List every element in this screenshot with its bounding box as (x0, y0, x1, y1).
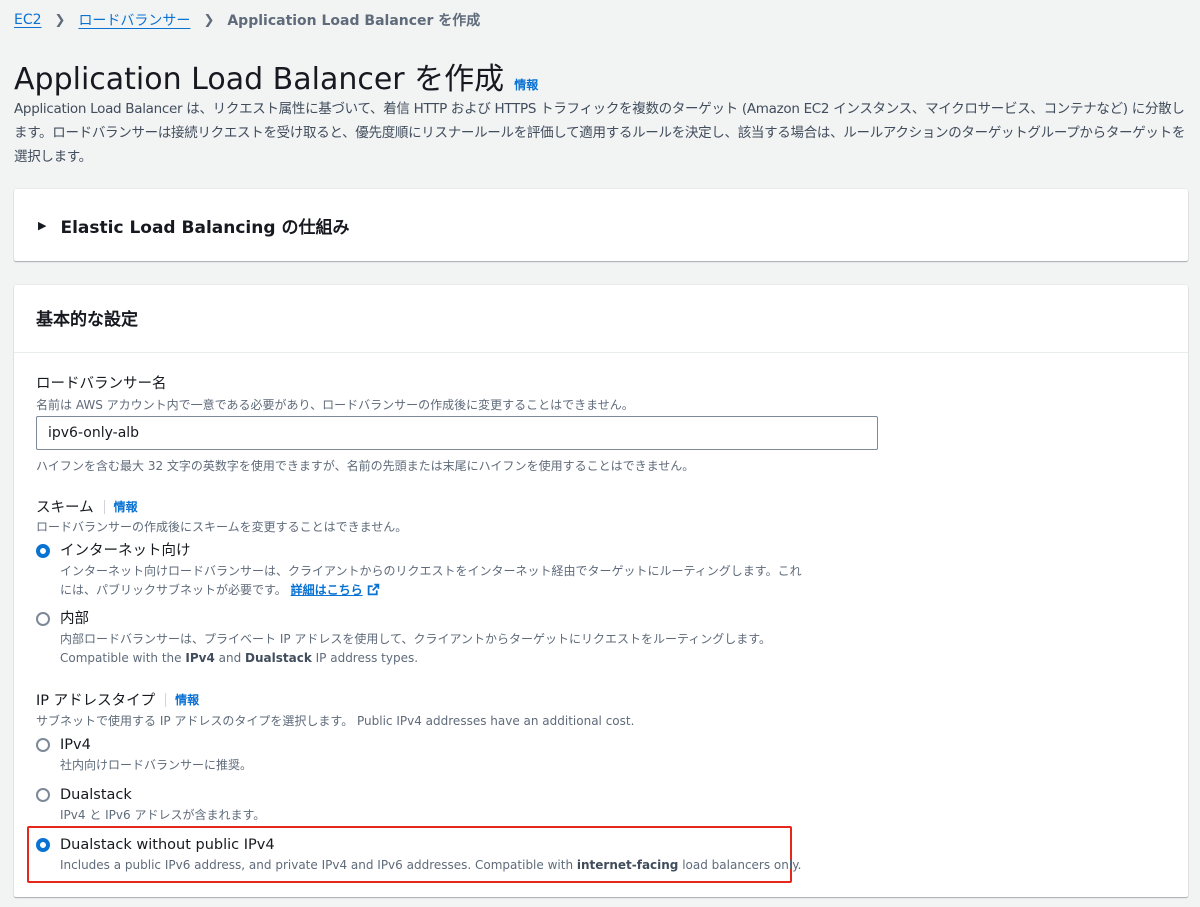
scheme-internal-desc-line2: Compatible with the IPv4 and Dualstack I… (60, 651, 419, 665)
elb-how-it-works-panel: ▶ Elastic Load Balancing の仕組み (14, 189, 1188, 261)
basic-config-panel: 基本的な設定 ロードバランサー名 名前は AWS アカウント内で一意である必要が… (14, 285, 1188, 897)
external-link-icon (367, 583, 379, 596)
chevron-right-icon: ❯ (203, 12, 215, 28)
scheme-internet-facing-desc-text: には、パブリックサブネットが必要です。 (60, 583, 287, 597)
breadcrumb-ec2-link[interactable]: EC2 (14, 12, 42, 28)
scheme-option-internet-facing[interactable]: インターネット向け インターネット向けロードバランサーは、クライアントからのリク… (36, 541, 802, 600)
scheme-label: スキーム (36, 500, 94, 516)
scheme-description: ロードバランサーの作成後にスキームを変更することはできません。 (36, 520, 408, 534)
ip-type-label: IP アドレスタイプ (36, 693, 156, 709)
scheme-option-internal[interactable]: 内部 内部ロードバランサーは、プライベート IP アドレスを使用して、クライアン… (36, 609, 771, 668)
scheme-internet-facing-label: インターネット向け (60, 543, 191, 559)
ip-type-ipv4-label: IPv4 (60, 737, 91, 753)
chevron-right-icon: ❯ (54, 12, 66, 28)
page-title: Application Load Balancer を作成 (14, 62, 505, 97)
ip-type-dualstack-label: Dualstack (60, 787, 132, 803)
ip-type-option-dualstack[interactable]: Dualstack IPv4 と IPv6 アドレスが含まれます。 (36, 785, 265, 825)
radio-button-checked[interactable] (36, 544, 50, 558)
lb-name-label: ロードバランサー名 (36, 376, 167, 392)
ip-type-label-row: IP アドレスタイプ 情報 (36, 689, 199, 710)
ip-type-ipv4-desc: 社内向けロードバランサーに推奨。 (60, 758, 253, 772)
elb-how-it-works-toggle[interactable]: ▶ Elastic Load Balancing の仕組み (38, 213, 349, 238)
ip-type-dualstack-no-ipv4-desc: Includes a public IPv6 address, and priv… (60, 858, 802, 872)
scheme-label-row: スキーム 情報 (36, 496, 138, 517)
scheme-info-link[interactable]: 情報 (103, 499, 138, 514)
basic-config-title: 基本的な設定 (14, 285, 1188, 353)
breadcrumb: EC2 ❯ ロードバランサー ❯ Application Load Balanc… (14, 9, 480, 31)
breadcrumb-current: Application Load Balancer を作成 (227, 13, 481, 29)
learn-more-link[interactable]: 詳細はこちら (291, 583, 363, 597)
ip-type-info-link[interactable]: 情報 (165, 692, 199, 707)
scheme-internal-desc-line1: 内部ロードバランサーは、プライベート IP アドレスを使用して、クライアントから… (60, 632, 772, 646)
ip-type-option-ipv4[interactable]: IPv4 社内向けロードバランサーに推奨。 (36, 735, 252, 775)
breadcrumb-load-balancers-link[interactable]: ロードバランサー (78, 10, 190, 30)
ip-type-dualstack-no-ipv4-label: Dualstack without public IPv4 (60, 837, 275, 853)
lb-name-input[interactable] (36, 416, 878, 450)
ip-type-dualstack-desc: IPv4 と IPv6 アドレスが含まれます。 (60, 808, 266, 822)
scheme-internet-facing-desc-line1: インターネット向けロードバランサーは、クライアントからのリクエストをインターネッ… (60, 564, 802, 578)
page-header: Application Load Balancer を作成 情報 (14, 54, 538, 98)
elb-section-title: Elastic Load Balancing の仕組み (60, 218, 350, 238)
radio-button-unchecked[interactable] (36, 738, 50, 752)
radio-button-unchecked[interactable] (36, 788, 50, 802)
ip-type-description: サブネットで使用する IP アドレスのタイプを選択します。 Public IPv… (36, 714, 635, 728)
lb-name-constraint: ハイフンを含む最大 32 文字の英数字を使用できますが、名前の先頭または末尾にハ… (36, 459, 695, 473)
ip-type-option-dualstack-no-public-ipv4[interactable]: Dualstack without public IPv4 Includes a… (36, 835, 801, 875)
scheme-internal-label: 内部 (60, 611, 89, 627)
radio-button-unchecked[interactable] (36, 612, 50, 626)
scheme-internet-facing-desc-line2: には、パブリックサブネットが必要です。 詳細はこちら (60, 581, 802, 600)
lb-name-description: 名前は AWS アカウント内で一意である必要があり、ロードバランサーの作成後に変… (36, 398, 634, 412)
page-info-link[interactable]: 情報 (514, 76, 538, 93)
caret-right-icon: ▶ (38, 219, 47, 232)
page-description: Application Load Balancer は、リクエスト属性に基づいて… (14, 101, 1186, 165)
radio-button-checked[interactable] (36, 838, 50, 852)
